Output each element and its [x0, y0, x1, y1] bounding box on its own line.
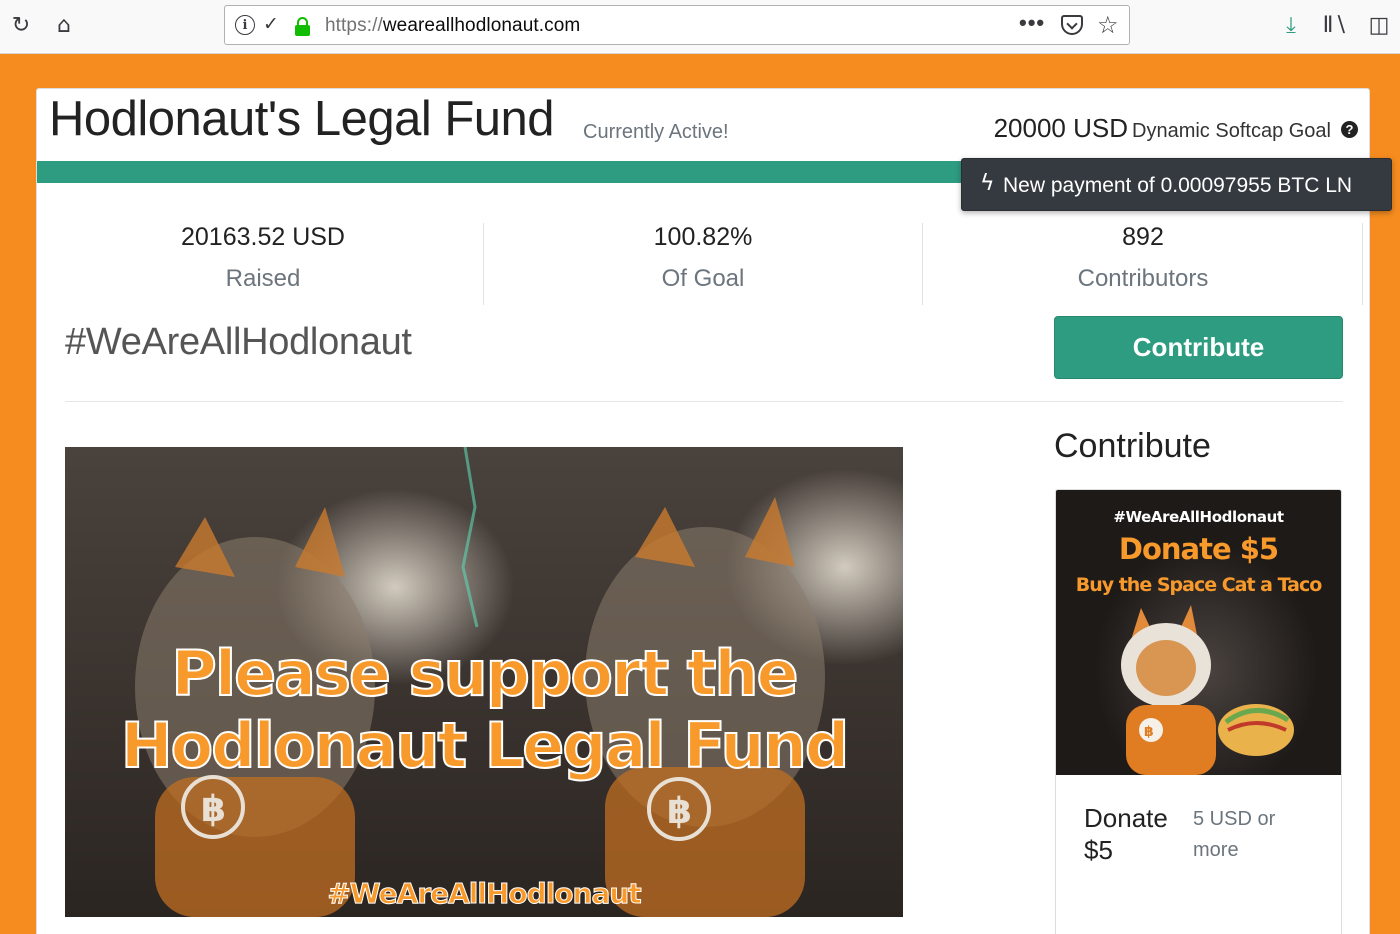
stat-raised: 20163.52 USD Raised — [43, 223, 483, 293]
contribute-heading: Contribute — [1054, 427, 1211, 465]
page-actions-icon[interactable]: ••• — [1019, 10, 1045, 36]
perk-card[interactable]: ฿ #WeAreAllHodlonaut Donate $5 Buy the S… — [1055, 489, 1342, 934]
url-protocol: https:// — [325, 15, 383, 36]
home-icon[interactable]: ⌂ — [51, 10, 77, 40]
lock-icon[interactable] — [295, 17, 310, 36]
banner-headline-2: Hodlonaut Legal Fund — [120, 708, 851, 783]
lightning-icon: ϟ — [980, 171, 995, 196]
status-text: Currently Active! — [583, 121, 729, 143]
download-icon[interactable]: ⤓ — [1278, 10, 1304, 40]
tracking-protection-icon[interactable]: ✓ — [263, 13, 279, 35]
goal-info: 20000 USD Dynamic Softcap Goal — [994, 113, 1331, 144]
hashtag-heading: #WeAreAllHodlonaut — [65, 321, 412, 363]
svg-text:฿: ฿ — [201, 789, 226, 830]
perk-image-subtitle: Buy the Space Cat a Taco — [1075, 574, 1323, 596]
fund-card: Hodlonaut's Legal Fund Currently Active!… — [36, 88, 1371, 934]
payment-notification[interactable]: ϟ New payment of 0.00097955 BTC LN — [961, 158, 1392, 211]
svg-text:฿: ฿ — [667, 791, 692, 832]
perk-price: 5 USD or more — [1193, 808, 1276, 861]
help-icon[interactable]: ? — [1341, 121, 1358, 138]
stat-label: Contributors — [1077, 265, 1209, 292]
stat-label: Raised — [225, 265, 301, 292]
banner-headline-1: Please support the — [170, 636, 799, 711]
svg-text:฿: ฿ — [1144, 724, 1154, 740]
url-text[interactable]: https://weareallhodlonaut.com — [325, 15, 580, 37]
stat-value: 100.82% — [653, 223, 753, 251]
url-host: weareallhodlonaut.com — [382, 15, 581, 36]
perk-image-hashtag: #WeAreAllHodlonaut — [1113, 508, 1284, 526]
perk-image-donate: Donate $5 — [1118, 532, 1279, 566]
goal-label: Dynamic Softcap Goal — [1132, 120, 1331, 142]
browser-toolbar: ↻ ⌂ i ✓ https://weareallhodlonaut.com ••… — [0, 0, 1400, 54]
perk-image: ฿ #WeAreAllHodlonaut Donate $5 Buy the S… — [1056, 490, 1341, 775]
stat-divider — [1362, 223, 1363, 305]
info-icon[interactable]: i — [235, 15, 255, 35]
page-title: Hodlonaut's Legal Fund — [49, 92, 555, 146]
campaign-banner-image: ฿ ฿ Please support the Hodlonaut Legal F… — [65, 447, 903, 917]
notification-text: New payment of 0.00097955 BTC LN — [1003, 174, 1353, 197]
perk-title: Donate $5 — [1084, 803, 1168, 865]
contribute-button[interactable]: Contribute — [1054, 316, 1343, 379]
library-icon[interactable]: Ⅱ∖ — [1322, 10, 1348, 40]
stat-of-goal: 100.82% Of Goal — [483, 223, 923, 293]
stat-value: 892 — [1122, 223, 1164, 251]
pocket-icon[interactable] — [1061, 15, 1083, 35]
banner-hashtag: #WeAreAllHodlonaut — [327, 877, 642, 911]
stat-label: Of Goal — [661, 265, 745, 292]
divider — [65, 401, 1343, 402]
stat-contributors: 892 Contributors — [923, 223, 1363, 293]
goal-amount: 20000 USD — [993, 113, 1129, 143]
address-bar[interactable]: i ✓ https://weareallhodlonaut.com ••• ☆ — [224, 5, 1130, 45]
reload-icon[interactable]: ↻ — [8, 10, 34, 40]
bookmark-star-icon[interactable]: ☆ — [1097, 11, 1119, 39]
stat-value: 20163.52 USD — [180, 223, 345, 251]
sidebar-icon[interactable]: ◫ — [1366, 10, 1392, 40]
